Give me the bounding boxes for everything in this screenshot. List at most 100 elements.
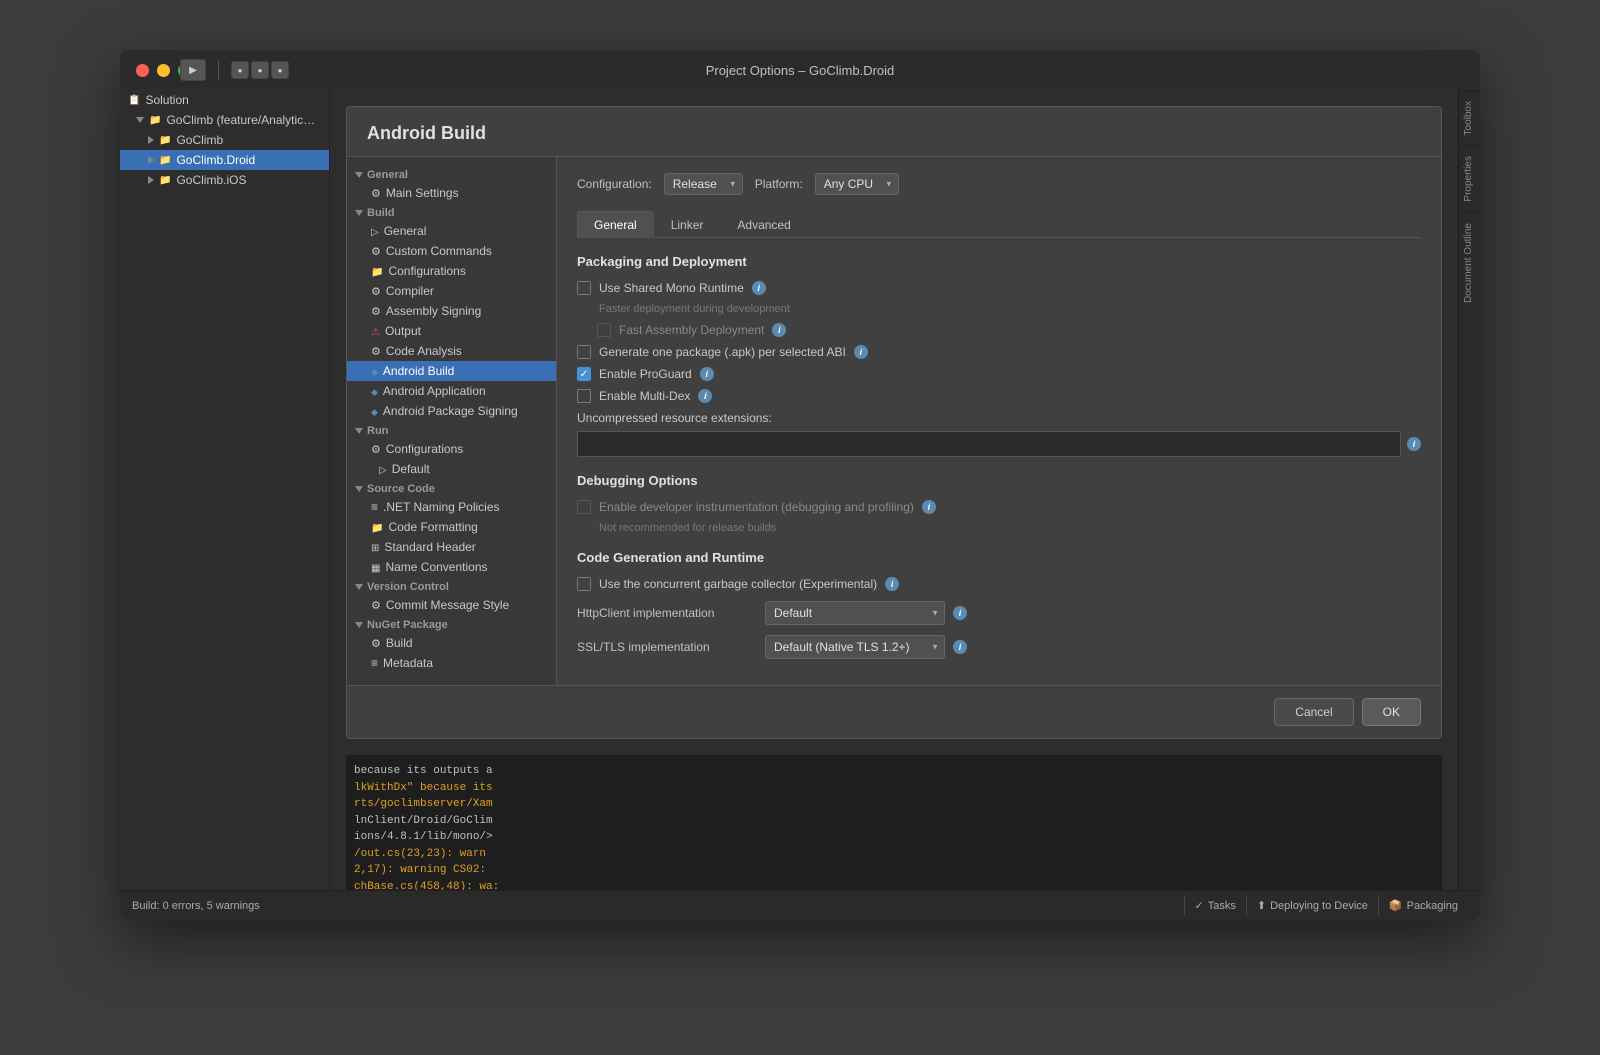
tree-goclimb-ios[interactable]: 📁 GoClimb.iOS	[120, 170, 329, 190]
assembly-signing-label: Assembly Signing	[386, 304, 481, 318]
ssl-select[interactable]: Default (Native TLS 1.2+)	[765, 635, 945, 659]
diamond-icon-android-pkg	[371, 404, 378, 418]
uncompressed-info[interactable]: i	[1407, 437, 1421, 451]
section-nuget[interactable]: NuGet Package	[347, 615, 556, 633]
shared-mono-info[interactable]: i	[752, 281, 766, 295]
ssl-info[interactable]: i	[953, 640, 967, 654]
packaging-tab[interactable]: 📦 Packaging	[1378, 895, 1468, 916]
build-status: Build: 0 errors, 5 warnings	[132, 900, 260, 912]
gear-icon-nuget-build	[371, 636, 381, 650]
config-button-3[interactable]: ●	[271, 61, 289, 79]
item-nuget-metadata[interactable]: Metadata	[347, 653, 556, 673]
goclimb-droid-label: GoClimb.Droid	[176, 153, 255, 167]
uncompressed-input[interactable]	[577, 431, 1401, 457]
item-main-settings[interactable]: Main Settings	[347, 183, 556, 203]
check-icon-tasks: ✓	[1195, 899, 1204, 912]
generate-apk-info[interactable]: i	[854, 345, 868, 359]
item-standard-header[interactable]: Standard Header	[347, 537, 556, 557]
deploying-tab[interactable]: ⬆ Deploying to Device	[1246, 895, 1378, 916]
section-run[interactable]: Run	[347, 421, 556, 439]
dialog-body: General Main Settings Build	[347, 157, 1441, 685]
tasks-tab[interactable]: ✓ Tasks	[1184, 895, 1246, 916]
tab-linker[interactable]: Linker	[654, 211, 721, 238]
tree-goclimb[interactable]: 📁 GoClimb	[120, 130, 329, 150]
generate-apk-checkbox[interactable]	[577, 345, 591, 359]
titlebar: ▶ ● ● ● Project Options – GoClimb.Droid	[120, 50, 1480, 90]
item-output[interactable]: Output	[347, 321, 556, 341]
item-android-application[interactable]: Android Application	[347, 381, 556, 401]
item-net-naming[interactable]: .NET Naming Policies	[347, 497, 556, 517]
document-outline-tab[interactable]: Document Outline	[1459, 212, 1480, 313]
deploy-icon: ⬆	[1257, 899, 1266, 912]
dev-instrumentation-checkbox[interactable]	[577, 500, 591, 514]
enable-multidex-info[interactable]: i	[698, 389, 712, 403]
concurrent-gc-info[interactable]: i	[885, 577, 899, 591]
item-android-pkg-signing[interactable]: Android Package Signing	[347, 401, 556, 421]
httpclient-info[interactable]: i	[953, 606, 967, 620]
section-nuget-arrow	[355, 622, 363, 628]
section-build[interactable]: Build	[347, 203, 556, 221]
cancel-button[interactable]: Cancel	[1274, 698, 1353, 726]
tab-general[interactable]: General	[577, 211, 654, 238]
item-general-build[interactable]: General	[347, 221, 556, 241]
item-compiler[interactable]: Compiler	[347, 281, 556, 301]
folder-icon-config	[371, 264, 383, 278]
solution-label: Solution	[145, 93, 188, 107]
solution-icon: 📋	[128, 95, 140, 106]
item-assembly-signing[interactable]: Assembly Signing	[347, 301, 556, 321]
dev-instrumentation-info[interactable]: i	[922, 500, 936, 514]
config-row: Configuration: Release Debug Platform:	[577, 173, 1421, 195]
code-analysis-label: Code Analysis	[386, 344, 462, 358]
tab-general-label: General	[594, 218, 637, 232]
enable-multidex-checkbox[interactable]	[577, 389, 591, 403]
config-button-2[interactable]: ●	[251, 61, 269, 79]
config-button-1[interactable]: ●	[231, 61, 249, 79]
item-nuget-build[interactable]: Build	[347, 633, 556, 653]
tree-goclimb-droid[interactable]: 📁 GoClimb.Droid	[120, 150, 329, 170]
toolbox-tab[interactable]: Toolbox	[1459, 90, 1480, 145]
tab-advanced[interactable]: Advanced	[720, 211, 807, 238]
tree-goclimb-feature[interactable]: 📁 GoClimb (feature/Analytic…	[120, 110, 329, 130]
item-code-analysis[interactable]: Code Analysis	[347, 341, 556, 361]
concurrent-gc-checkbox[interactable]	[577, 577, 591, 591]
platform-select[interactable]: Any CPU ARM	[815, 173, 899, 195]
section-run-label: Run	[367, 425, 388, 437]
section-build-arrow	[355, 210, 363, 216]
enable-proguard-checkbox[interactable]	[577, 367, 591, 381]
gear-icon-run-config	[371, 442, 381, 456]
goclimb-label: GoClimb	[176, 133, 223, 147]
enable-proguard-info[interactable]: i	[700, 367, 714, 381]
ssl-row: SSL/TLS implementation Default (Native T…	[577, 635, 1421, 659]
item-commit-message[interactable]: Commit Message Style	[347, 595, 556, 615]
tree-solution[interactable]: 📋 Solution	[120, 90, 329, 110]
ssl-select-wrapper: Default (Native TLS 1.2+)	[765, 635, 945, 659]
dev-instrumentation-label: Enable developer instrumentation (debugg…	[599, 500, 914, 514]
shared-mono-checkbox[interactable]	[577, 281, 591, 295]
section-nuget-label: NuGet Package	[367, 619, 448, 631]
output-area: because its outputs a lkWithDx" because …	[346, 755, 1442, 890]
toolbar-separator	[218, 60, 219, 80]
item-run-default[interactable]: Default	[347, 459, 556, 479]
section-source-code[interactable]: Source Code	[347, 479, 556, 497]
section-general[interactable]: General	[347, 165, 556, 183]
item-configurations[interactable]: Configurations	[347, 261, 556, 281]
item-name-conventions[interactable]: Name Conventions	[347, 557, 556, 577]
fast-assembly-checkbox[interactable]	[597, 323, 611, 337]
section-source-label: Source Code	[367, 483, 435, 495]
fast-assembly-info[interactable]: i	[772, 323, 786, 337]
item-android-build[interactable]: Android Build	[347, 361, 556, 381]
item-code-formatting[interactable]: Code Formatting	[347, 517, 556, 537]
httpclient-select[interactable]: Default	[765, 601, 945, 625]
section-version-control[interactable]: Version Control	[347, 577, 556, 595]
close-button[interactable]	[136, 64, 149, 77]
item-custom-commands[interactable]: Custom Commands	[347, 241, 556, 261]
output-label: Output	[385, 324, 421, 338]
run-button[interactable]: ▶	[180, 59, 206, 81]
minimize-button[interactable]	[157, 64, 170, 77]
item-run-configurations[interactable]: Configurations	[347, 439, 556, 459]
properties-tab[interactable]: Properties	[1459, 145, 1480, 212]
configuration-select[interactable]: Release Debug	[664, 173, 743, 195]
httpclient-label: HttpClient implementation	[577, 606, 757, 620]
ok-button[interactable]: OK	[1362, 698, 1421, 726]
dialog-main-content: Configuration: Release Debug Platform:	[557, 157, 1441, 685]
